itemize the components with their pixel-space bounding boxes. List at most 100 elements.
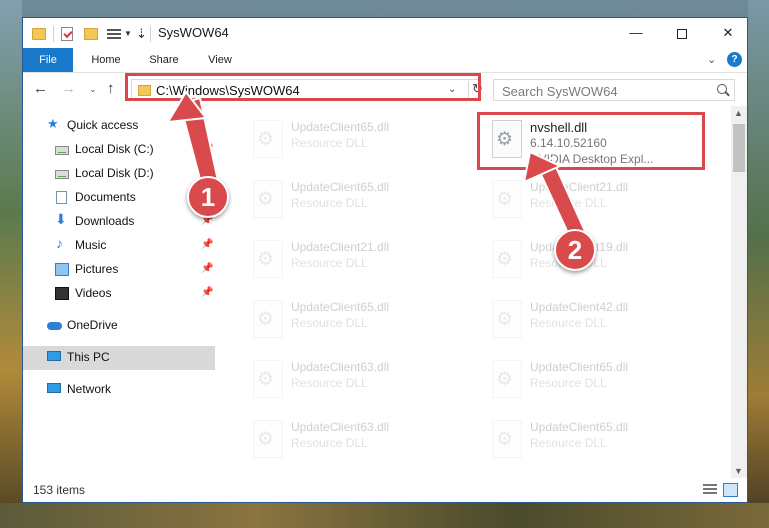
window-title: SysWOW64 xyxy=(158,25,229,40)
toolbar-divider xyxy=(53,26,54,42)
file-item[interactable]: UpdateClient42.dll Resource DLL xyxy=(480,294,710,350)
callout-badge-step-1: 1 xyxy=(187,176,229,218)
vertical-scrollbar[interactable]: ▲ ▼ xyxy=(731,106,747,478)
dll-file-icon xyxy=(492,300,522,338)
file-name: UpdateClient65.dll xyxy=(291,300,390,314)
quick-access-pin-icon[interactable]: ⇣ xyxy=(136,26,147,42)
file-name: UpdateClient63.dll xyxy=(291,420,390,434)
file-item[interactable]: UpdateClient21.dll Resource DLL xyxy=(241,234,471,290)
dll-file-icon xyxy=(492,420,522,458)
onedrive-icon xyxy=(47,322,62,330)
file-item[interactable]: UpdateClient65.dll Resource DLL xyxy=(241,114,471,170)
tab-share[interactable]: Share xyxy=(139,48,189,72)
file-item[interactable]: UpdateClient65.dll Resource DLL xyxy=(241,294,471,350)
star-icon: ★ xyxy=(47,116,59,131)
file-item[interactable]: UpdateClient63.dll Resource DLL xyxy=(241,354,471,410)
drive-icon xyxy=(55,146,69,155)
file-type: Resource DLL xyxy=(530,436,607,450)
dll-file-icon xyxy=(492,240,522,278)
sidebar-item-label: Downloads xyxy=(75,214,135,228)
sidebar-item-local-disk-c[interactable]: Local Disk (C:) 📌 xyxy=(23,138,215,162)
sidebar-item-label: Pictures xyxy=(75,262,119,276)
sidebar-item-quick-access[interactable]: ★ Quick access xyxy=(23,114,215,138)
file-item[interactable]: UpdateClient21.dll Resource DLL xyxy=(480,174,710,230)
customize-toolbar-dropdown-icon[interactable]: ▼ xyxy=(124,29,132,45)
file-item[interactable]: UpdateClient63.dll Resource DLL xyxy=(241,414,471,470)
pin-icon[interactable]: 📌 xyxy=(201,239,213,250)
network-icon xyxy=(47,383,61,393)
ribbon-tabs: File Home Share View ⌄ ? xyxy=(23,48,747,73)
desktop-background-left xyxy=(0,0,22,528)
file-name: UpdateClient42.dll xyxy=(530,300,629,314)
file-name: UpdateClient21.dll xyxy=(291,240,390,254)
dll-file-icon xyxy=(253,240,283,278)
new-folder-icon[interactable] xyxy=(84,28,98,40)
file-item[interactable]: UpdateClient65.dll Resource DLL xyxy=(480,354,710,410)
tab-home[interactable]: Home xyxy=(81,48,131,72)
nvshell-highlight xyxy=(477,112,705,170)
sidebar-item-local-disk-d[interactable]: Local Disk (D:) 📌 xyxy=(23,162,215,186)
details-view-icon[interactable] xyxy=(703,484,717,496)
properties-check-icon[interactable] xyxy=(61,27,73,41)
pin-icon[interactable]: 📌 xyxy=(201,287,213,298)
sidebar-item-label: Local Disk (D:) xyxy=(75,166,154,180)
quick-access-properties-icon[interactable] xyxy=(107,27,121,41)
music-icon: ♪ xyxy=(56,235,63,251)
sidebar-item-music[interactable]: ♪ Music 📌 xyxy=(23,234,215,258)
up-button[interactable]: ↑ xyxy=(107,80,115,97)
scroll-down-icon[interactable]: ▼ xyxy=(734,466,743,476)
file-type: Resource DLL xyxy=(530,196,607,210)
sidebar-item-label: OneDrive xyxy=(67,318,118,332)
forward-button[interactable]: → xyxy=(61,80,76,97)
file-type: Resource DLL xyxy=(291,316,368,330)
back-button[interactable]: ← xyxy=(33,80,48,97)
videos-icon xyxy=(55,287,69,300)
title-divider xyxy=(150,26,151,42)
scrollbar-thumb[interactable] xyxy=(733,124,745,172)
status-bar: 153 items xyxy=(23,478,747,502)
sidebar-item-network[interactable]: Network xyxy=(23,378,215,402)
navigation-pane: ★ Quick access Local Disk (C:) 📌 Local D… xyxy=(23,106,215,478)
minimize-button[interactable]: — xyxy=(613,18,659,48)
file-item[interactable]: UpdateClient65.dll Resource DLL xyxy=(480,414,710,470)
address-bar-highlight xyxy=(125,73,481,101)
help-icon[interactable]: ? xyxy=(727,52,742,67)
tab-file[interactable]: File xyxy=(23,48,73,72)
maximize-button[interactable] xyxy=(659,18,705,48)
sidebar-item-videos[interactable]: Videos 📌 xyxy=(23,282,215,306)
expand-ribbon-chevron-icon[interactable]: ⌄ xyxy=(707,53,716,66)
sidebar-item-label: Music xyxy=(75,238,107,252)
dll-file-icon xyxy=(492,360,522,398)
search-icon[interactable] xyxy=(717,84,727,94)
file-name: UpdateClient65.dll xyxy=(291,120,390,134)
large-icons-view-icon[interactable] xyxy=(723,483,738,497)
documents-icon xyxy=(56,191,67,204)
maximize-icon xyxy=(677,28,687,39)
search-input[interactable]: Search SysWOW64 xyxy=(493,79,735,101)
sidebar-item-onedrive[interactable]: OneDrive xyxy=(23,314,215,338)
file-type: Resource DLL xyxy=(530,316,607,330)
file-name: UpdateClient65.dll xyxy=(291,180,390,194)
dll-file-icon xyxy=(253,180,283,218)
file-item[interactable]: UpdateClient65.dll Resource DLL xyxy=(241,174,471,230)
pin-icon[interactable]: 📌 xyxy=(201,263,213,274)
folder-icon xyxy=(32,28,46,40)
file-item[interactable]: UpdateClient19.dll Resource DLL xyxy=(480,234,710,290)
file-type: Resource DLL xyxy=(291,436,368,450)
close-button[interactable]: ✕ xyxy=(705,18,751,48)
file-name: UpdateClient63.dll xyxy=(291,360,390,374)
file-name: UpdateClient21.dll xyxy=(530,180,629,194)
recent-locations-dropdown-icon[interactable]: ⌄ xyxy=(89,84,97,95)
tab-view[interactable]: View xyxy=(195,48,245,72)
file-name: UpdateClient65.dll xyxy=(530,420,629,434)
pin-icon[interactable]: 📌 xyxy=(201,143,213,154)
file-type: Resource DLL xyxy=(291,256,368,270)
sidebar-item-this-pc[interactable]: This PC xyxy=(23,346,215,370)
sidebar-item-downloads[interactable]: ⬇ Downloads 📌 xyxy=(23,210,215,234)
search-placeholder: Search SysWOW64 xyxy=(502,84,618,99)
callout-badge-step-2: 2 xyxy=(554,229,596,271)
sidebar-item-label: Network xyxy=(67,382,112,396)
scroll-up-icon[interactable]: ▲ xyxy=(734,108,743,118)
sidebar-item-label: This PC xyxy=(67,350,110,364)
sidebar-item-pictures[interactable]: Pictures 📌 xyxy=(23,258,215,282)
